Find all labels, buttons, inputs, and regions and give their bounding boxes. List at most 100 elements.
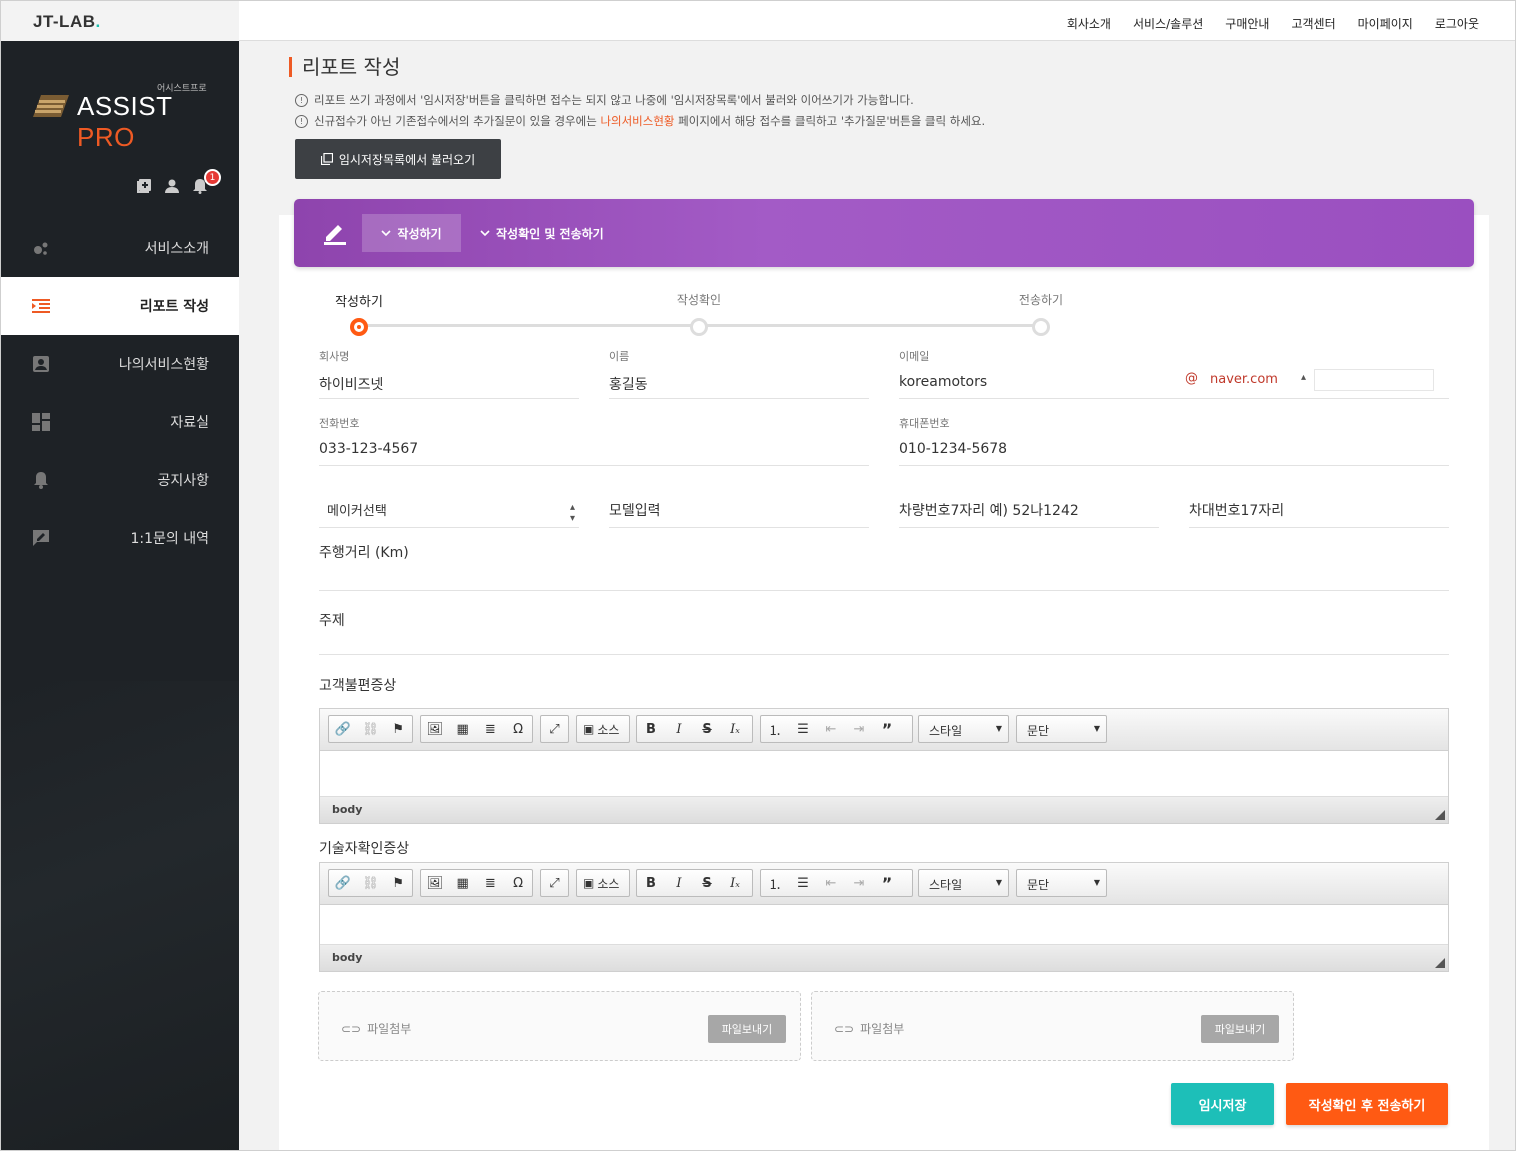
outdent-icon[interactable]: ⇤ (817, 870, 845, 896)
toolbar-group-lists: ⒈ ☰ ⇤ ⇥ ” (760, 869, 913, 897)
unlink-icon[interactable]: ⛓ (357, 870, 385, 896)
remove-format-icon[interactable]: Iₓ (721, 870, 749, 896)
model-input[interactable]: 모델입력 (609, 500, 869, 528)
file-send-button[interactable]: 파일보내기 (708, 1015, 786, 1043)
source-button[interactable]: ▣ 소스 (576, 715, 630, 743)
maker-select[interactable]: 메이커선택 ▴ ▾ (319, 500, 579, 528)
tab-confirm-send[interactable]: 작성확인 및 전송하기 (480, 214, 604, 252)
topnav-purchase[interactable]: 구매안내 (1225, 15, 1269, 32)
company-field[interactable]: 회사명 하이비즈넷 (319, 348, 579, 399)
step-label: 작성확인 (676, 293, 722, 307)
image-icon[interactable]: 🖼 (421, 716, 449, 742)
brand-logo[interactable]: JT-LAB. (1, 1, 239, 41)
table-icon[interactable]: ▦ (449, 716, 477, 742)
caret-down-icon: ▼ (995, 724, 1002, 733)
numbered-list-icon[interactable]: ⒈ (761, 716, 789, 742)
format-dropdown[interactable]: 문단 ▼ (1016, 869, 1107, 897)
logo-text: ASSIST PRO (77, 91, 223, 153)
italic-icon[interactable]: I (665, 716, 693, 742)
sidebar-item-service-intro[interactable]: 서비스소개 (1, 219, 239, 277)
sidebar-item-inquiries[interactable]: 1:1문의 내역 (1, 509, 239, 567)
sidebar-item-my-services[interactable]: 나의서비스현황 (1, 335, 239, 393)
report-card: 작성하기 작성확인 및 전송하기 작성하기 작성확인 전송하기 회사명 하이비즈… (279, 199, 1489, 1150)
blockquote-icon[interactable]: ” (873, 716, 901, 742)
element-path[interactable]: body (332, 803, 362, 816)
name-label: 이름 (609, 350, 630, 363)
subject-input[interactable]: 주제 (319, 610, 1449, 655)
email-domain-select[interactable]: naver.com (1210, 372, 1278, 387)
confirm-and-send-button[interactable]: 작성확인 후 전송하기 (1286, 1083, 1448, 1125)
link-icon[interactable]: 🔗 (329, 716, 357, 742)
horizontal-line-icon[interactable]: ≣ (477, 870, 505, 896)
editor-content-area[interactable] (320, 905, 1448, 945)
source-button[interactable]: ▣ 소스 (576, 869, 630, 897)
sidebar-item-label: 1:1문의 내역 (130, 531, 209, 547)
style-dropdown[interactable]: 스타일 ▼ (918, 869, 1009, 897)
element-path[interactable]: body (332, 951, 362, 964)
sidebar-item-report-write[interactable]: 리포트 작성 (1, 277, 239, 335)
topnav-support[interactable]: 고객센터 (1291, 15, 1335, 32)
toolbar-group-format: B I S Iₓ (636, 715, 753, 743)
anchor-flag-icon[interactable]: ⚑ (384, 716, 412, 742)
topnav-services[interactable]: 서비스/솔루션 (1133, 15, 1203, 32)
my-services-link[interactable]: 나의서비스현황 (600, 114, 674, 128)
vin-input[interactable]: 차대번호17자리 (1189, 500, 1449, 528)
info-note-2: ! 신규접수가 아닌 기존접수에서의 추가질문이 있을 경우에는 나의서비스현황… (295, 113, 985, 129)
numbered-list-icon[interactable]: ⒈ (761, 870, 789, 896)
unlink-icon[interactable]: ⛓ (357, 716, 385, 742)
style-dropdown[interactable]: 스타일 ▼ (918, 715, 1009, 743)
add-library-icon[interactable] (135, 177, 153, 195)
mobile-field[interactable]: 휴대폰번호 010-1234-5678 (899, 415, 1449, 466)
select-arrows-icon[interactable]: ▴ (1301, 372, 1306, 383)
file-send-button[interactable]: 파일보내기 (1201, 1015, 1279, 1043)
temp-save-button[interactable]: 임시저장 (1171, 1083, 1274, 1125)
anchor-flag-icon[interactable]: ⚑ (384, 870, 412, 896)
blockquote-icon[interactable]: ” (873, 870, 901, 896)
toolbar-group-lists: ⒈ ☰ ⇤ ⇥ ” (760, 715, 913, 743)
outdent-icon[interactable]: ⇤ (817, 716, 845, 742)
special-char-icon[interactable]: Ω (504, 716, 532, 742)
notification-bell-icon[interactable]: 1 (191, 169, 221, 195)
indent-icon[interactable]: ⇥ (845, 870, 873, 896)
name-field[interactable]: 이름 홍길동 (609, 348, 869, 399)
info-icon: ! (295, 114, 308, 128)
sidebar-item-notices[interactable]: 공지사항 (1, 451, 239, 509)
bold-icon[interactable]: B (637, 716, 665, 742)
maximize-icon[interactable]: ⤢ (541, 870, 568, 896)
sidebar-background (1, 681, 239, 1150)
bullet-list-icon[interactable]: ☰ (789, 716, 817, 742)
strikethrough-icon[interactable]: S (693, 716, 721, 742)
tab-write[interactable]: 작성하기 (362, 214, 461, 252)
step-tabs-header: 작성하기 작성확인 및 전송하기 (294, 199, 1474, 267)
user-icon[interactable] (163, 177, 181, 195)
sidebar-item-library[interactable]: 자료실 (1, 393, 239, 451)
link-icon[interactable]: 🔗 (329, 870, 357, 896)
file-attach-text: 파일첨부 (367, 1022, 412, 1036)
maximize-icon[interactable]: ⤢ (541, 716, 568, 742)
topnav-logout[interactable]: 로그아웃 (1435, 15, 1479, 32)
resize-handle-icon[interactable] (1435, 810, 1445, 820)
table-icon[interactable]: ▦ (449, 870, 477, 896)
load-from-drafts-button[interactable]: 임시저장목록에서 불러오기 (295, 139, 501, 179)
car-number-input[interactable]: 차량번호7자리 예) 52나1242 (899, 500, 1159, 528)
italic-icon[interactable]: I (665, 870, 693, 896)
image-icon[interactable]: 🖼 (421, 870, 449, 896)
topnav-company[interactable]: 회사소개 (1067, 15, 1111, 32)
toolbar-group-links: 🔗 ⛓ ⚑ (328, 715, 413, 743)
indent-icon[interactable]: ⇥ (845, 716, 873, 742)
phone-field[interactable]: 전화번호 033-123-4567 (319, 415, 869, 466)
horizontal-line-icon[interactable]: ≣ (477, 716, 505, 742)
topnav-mypage[interactable]: 마이페이지 (1358, 15, 1413, 32)
step-label: 전송하기 (1018, 293, 1064, 307)
strikethrough-icon[interactable]: S (693, 870, 721, 896)
mileage-input[interactable]: 주행거리 (Km) (319, 542, 1449, 591)
bold-icon[interactable]: B (637, 870, 665, 896)
remove-format-icon[interactable]: Iₓ (721, 716, 749, 742)
email-domain-input[interactable] (1314, 369, 1434, 391)
resize-handle-icon[interactable] (1435, 958, 1445, 968)
bullet-list-icon[interactable]: ☰ (789, 870, 817, 896)
editor-content-area[interactable] (320, 751, 1448, 797)
format-dropdown[interactable]: 문단 ▼ (1016, 715, 1107, 743)
special-char-icon[interactable]: Ω (504, 870, 532, 896)
assist-pro-logo[interactable]: 어시스트프로 ASSIST PRO (33, 81, 223, 152)
